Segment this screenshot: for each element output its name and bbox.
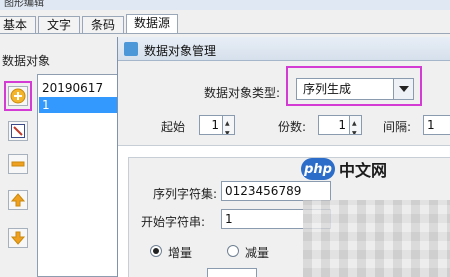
tab-basic[interactable]: 基本 — [0, 16, 36, 34]
section-divider — [118, 145, 450, 146]
app-icon — [124, 42, 138, 56]
watermark-text: 中文网 — [339, 161, 388, 180]
copies-spin-buttons[interactable] — [349, 116, 361, 134]
charset-input[interactable]: 0123456789 — [221, 181, 331, 201]
copies-stepper[interactable]: 1 — [318, 115, 362, 135]
move-down-button[interactable] — [8, 228, 28, 248]
window-title: 图形编辑 — [0, 0, 450, 10]
copies-value: 1 — [338, 118, 346, 132]
watermark-logo: php — [301, 158, 335, 180]
start-value: 1 — [211, 118, 219, 132]
tab-barcode[interactable]: 条码 — [82, 16, 124, 34]
decrease-label: 减量 — [245, 246, 270, 260]
interval-input[interactable]: 1 — [423, 115, 450, 135]
tab-divider — [0, 33, 450, 34]
increase-label: 增量 — [168, 246, 193, 260]
start-string-label: 开始字符串: — [141, 215, 206, 229]
move-up-button[interactable] — [8, 190, 28, 210]
interval-label: 间隔: — [383, 120, 412, 134]
dialog-title-bar: 数据对象管理 — [118, 37, 450, 61]
list-item[interactable]: 20190617 — [39, 80, 125, 96]
list-item[interactable]: 1 — [39, 97, 125, 113]
charset-label: 序列字符集: — [153, 187, 218, 201]
remove-button[interactable] — [8, 154, 28, 174]
start-stepper[interactable]: 1 — [199, 115, 235, 135]
edit-button[interactable] — [8, 121, 28, 141]
increase-radio[interactable] — [150, 245, 162, 257]
tab-text[interactable]: 文字 — [38, 16, 80, 34]
copies-label: 份数: — [278, 120, 307, 134]
data-object-label: 数据对象 — [2, 54, 51, 68]
decrease-radio[interactable] — [227, 245, 239, 257]
add-button-highlight — [4, 81, 32, 111]
edit-icon — [11, 124, 25, 138]
move-down-icon — [11, 231, 25, 245]
step-input[interactable] — [207, 268, 257, 277]
tab-bar: 基本 文字 条码 数据源 — [0, 12, 450, 34]
data-object-list[interactable]: 20190617 1 — [37, 74, 127, 277]
start-spin-buttons[interactable] — [222, 116, 234, 134]
data-object-dialog: 数据对象管理 数据对象类型: 序列生成 起始 1 份数: 1 间隔: 1 — [117, 37, 450, 277]
remove-icon — [11, 161, 25, 167]
pixelated-area — [303, 200, 450, 277]
watermark: php 中文网 — [301, 157, 387, 181]
interval-value: 1 — [427, 118, 435, 132]
type-select-highlight — [286, 66, 422, 106]
start-label: 起始 — [161, 120, 186, 134]
tab-datasource[interactable]: 数据源 — [126, 14, 178, 34]
type-label: 数据对象类型: — [204, 86, 281, 100]
dialog-title: 数据对象管理 — [144, 44, 217, 58]
move-up-icon — [11, 193, 25, 207]
